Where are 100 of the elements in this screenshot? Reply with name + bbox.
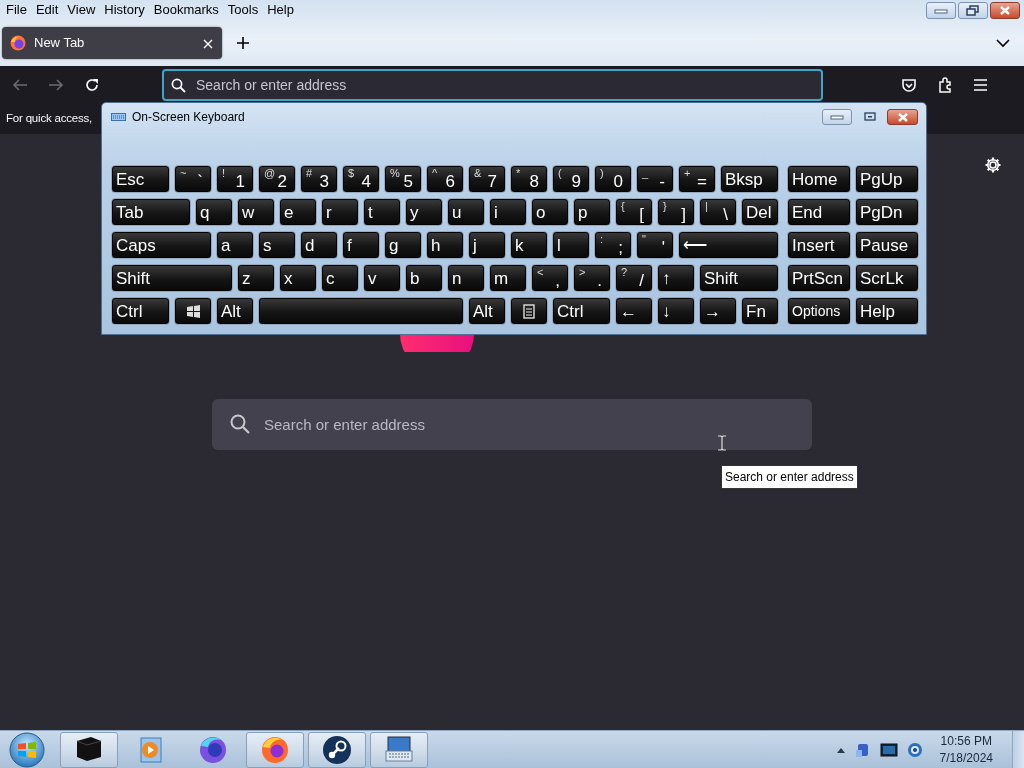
key[interactable]: x: [279, 264, 317, 292]
key[interactable]: i: [489, 198, 527, 226]
pocket-button[interactable]: [901, 77, 917, 93]
key[interactable]: j: [468, 231, 506, 259]
minimize-button[interactable]: [822, 109, 852, 125]
key[interactable]: } ]: [657, 198, 695, 226]
key[interactable]: PgDn: [855, 198, 919, 226]
taskbar-button[interactable]: [60, 731, 118, 768]
key[interactable]: f: [342, 231, 380, 259]
key[interactable]: m: [489, 264, 527, 292]
key[interactable]: & 7: [468, 165, 506, 193]
key[interactable]: w: [237, 198, 275, 226]
space-key[interactable]: [258, 297, 464, 325]
windows-key[interactable]: [174, 297, 212, 325]
search-field[interactable]: Search or enter address: [212, 399, 812, 450]
key[interactable]: Options: [787, 297, 851, 325]
key[interactable]: h: [426, 231, 464, 259]
key[interactable]: u: [447, 198, 485, 226]
key[interactable]: l: [552, 231, 590, 259]
key[interactable]: Help: [855, 297, 919, 325]
key[interactable]: ScrLk: [855, 264, 919, 292]
key[interactable]: z: [237, 264, 275, 292]
key[interactable]: Fn: [741, 297, 779, 325]
key[interactable]: _ -: [636, 165, 674, 193]
key[interactable]: > .: [573, 264, 611, 292]
key[interactable]: e: [279, 198, 317, 226]
key[interactable]: Ctrl: [552, 297, 611, 325]
key[interactable]: { [: [615, 198, 653, 226]
key[interactable]: d: [300, 231, 338, 259]
key[interactable]: ) 0: [594, 165, 632, 193]
key[interactable]: Insert: [787, 231, 851, 259]
key[interactable]: Pause: [855, 231, 919, 259]
key[interactable]: < ,: [531, 264, 569, 292]
key[interactable]: Home: [787, 165, 851, 193]
new-tab-button[interactable]: [236, 36, 250, 50]
key[interactable]: Tab: [111, 198, 191, 226]
taskbar-button[interactable]: [370, 731, 428, 768]
menu-button[interactable]: [973, 77, 988, 93]
back-button[interactable]: [12, 77, 28, 93]
close-button[interactable]: [990, 2, 1020, 19]
key[interactable]: →: [699, 297, 737, 325]
key[interactable]: ^ 6: [426, 165, 464, 193]
close-button[interactable]: [887, 109, 918, 125]
tab-list-button[interactable]: [996, 38, 1010, 48]
key[interactable]: Alt: [468, 297, 506, 325]
key[interactable]: % 5: [384, 165, 422, 193]
key[interactable]: : ;: [594, 231, 632, 259]
key[interactable]: s: [258, 231, 296, 259]
menu-item[interactable]: Edit: [35, 0, 59, 20]
key[interactable]: Bksp: [720, 165, 779, 193]
restore-button[interactable]: [958, 2, 988, 19]
key[interactable]: y: [405, 198, 443, 226]
reload-button[interactable]: [84, 77, 100, 93]
menu-item[interactable]: Tools: [227, 0, 259, 20]
forward-button[interactable]: [48, 77, 64, 93]
menu-key[interactable]: [510, 297, 548, 325]
key[interactable]: ←: [615, 297, 653, 325]
key[interactable]: q: [195, 198, 233, 226]
key[interactable]: ↓: [657, 297, 695, 325]
close-tab-icon[interactable]: [202, 37, 214, 50]
key[interactable]: ↑: [657, 264, 695, 292]
key[interactable]: k: [510, 231, 548, 259]
key[interactable]: Esc: [111, 165, 170, 193]
key[interactable]: # 3: [300, 165, 338, 193]
key[interactable]: p: [573, 198, 611, 226]
key[interactable]: v: [363, 264, 401, 292]
address-field[interactable]: Search or enter address: [162, 69, 823, 101]
key[interactable]: ( 9: [552, 165, 590, 193]
key[interactable]: Shift: [699, 264, 779, 292]
key[interactable]: Caps: [111, 231, 212, 259]
key[interactable]: c: [321, 264, 359, 292]
key[interactable]: n: [447, 264, 485, 292]
key[interactable]: a: [216, 231, 254, 259]
menu-item[interactable]: History: [104, 0, 145, 20]
key[interactable]: Shift: [111, 264, 233, 292]
taskbar-button[interactable]: [308, 731, 366, 768]
browser-tab[interactable]: New Tab: [2, 27, 222, 59]
menu-item[interactable]: Help: [267, 0, 294, 20]
key[interactable]: ! 1: [216, 165, 254, 193]
display-icon[interactable]: [879, 741, 898, 758]
key[interactable]: g: [384, 231, 422, 259]
settings-button[interactable]: [984, 156, 1002, 174]
key[interactable]: + =: [678, 165, 716, 193]
key[interactable]: " ': [636, 231, 674, 259]
key[interactable]: Ctrl: [111, 297, 170, 325]
key[interactable]: Del: [741, 198, 779, 226]
key[interactable]: ? /: [615, 264, 653, 292]
key[interactable]: End: [787, 198, 851, 226]
key[interactable]: * 8: [510, 165, 548, 193]
key[interactable]: | \: [699, 198, 737, 226]
menu-item[interactable]: View: [67, 0, 96, 20]
key[interactable]: PgUp: [855, 165, 919, 193]
menu-item[interactable]: Bookmarks: [153, 0, 219, 20]
extensions-button[interactable]: [937, 76, 953, 94]
key[interactable]: o: [531, 198, 569, 226]
key[interactable]: ~ `: [174, 165, 212, 193]
menu-item[interactable]: File: [6, 0, 27, 20]
key[interactable]: Alt: [216, 297, 254, 325]
key[interactable]: b: [405, 264, 443, 292]
key[interactable]: r: [321, 198, 359, 226]
